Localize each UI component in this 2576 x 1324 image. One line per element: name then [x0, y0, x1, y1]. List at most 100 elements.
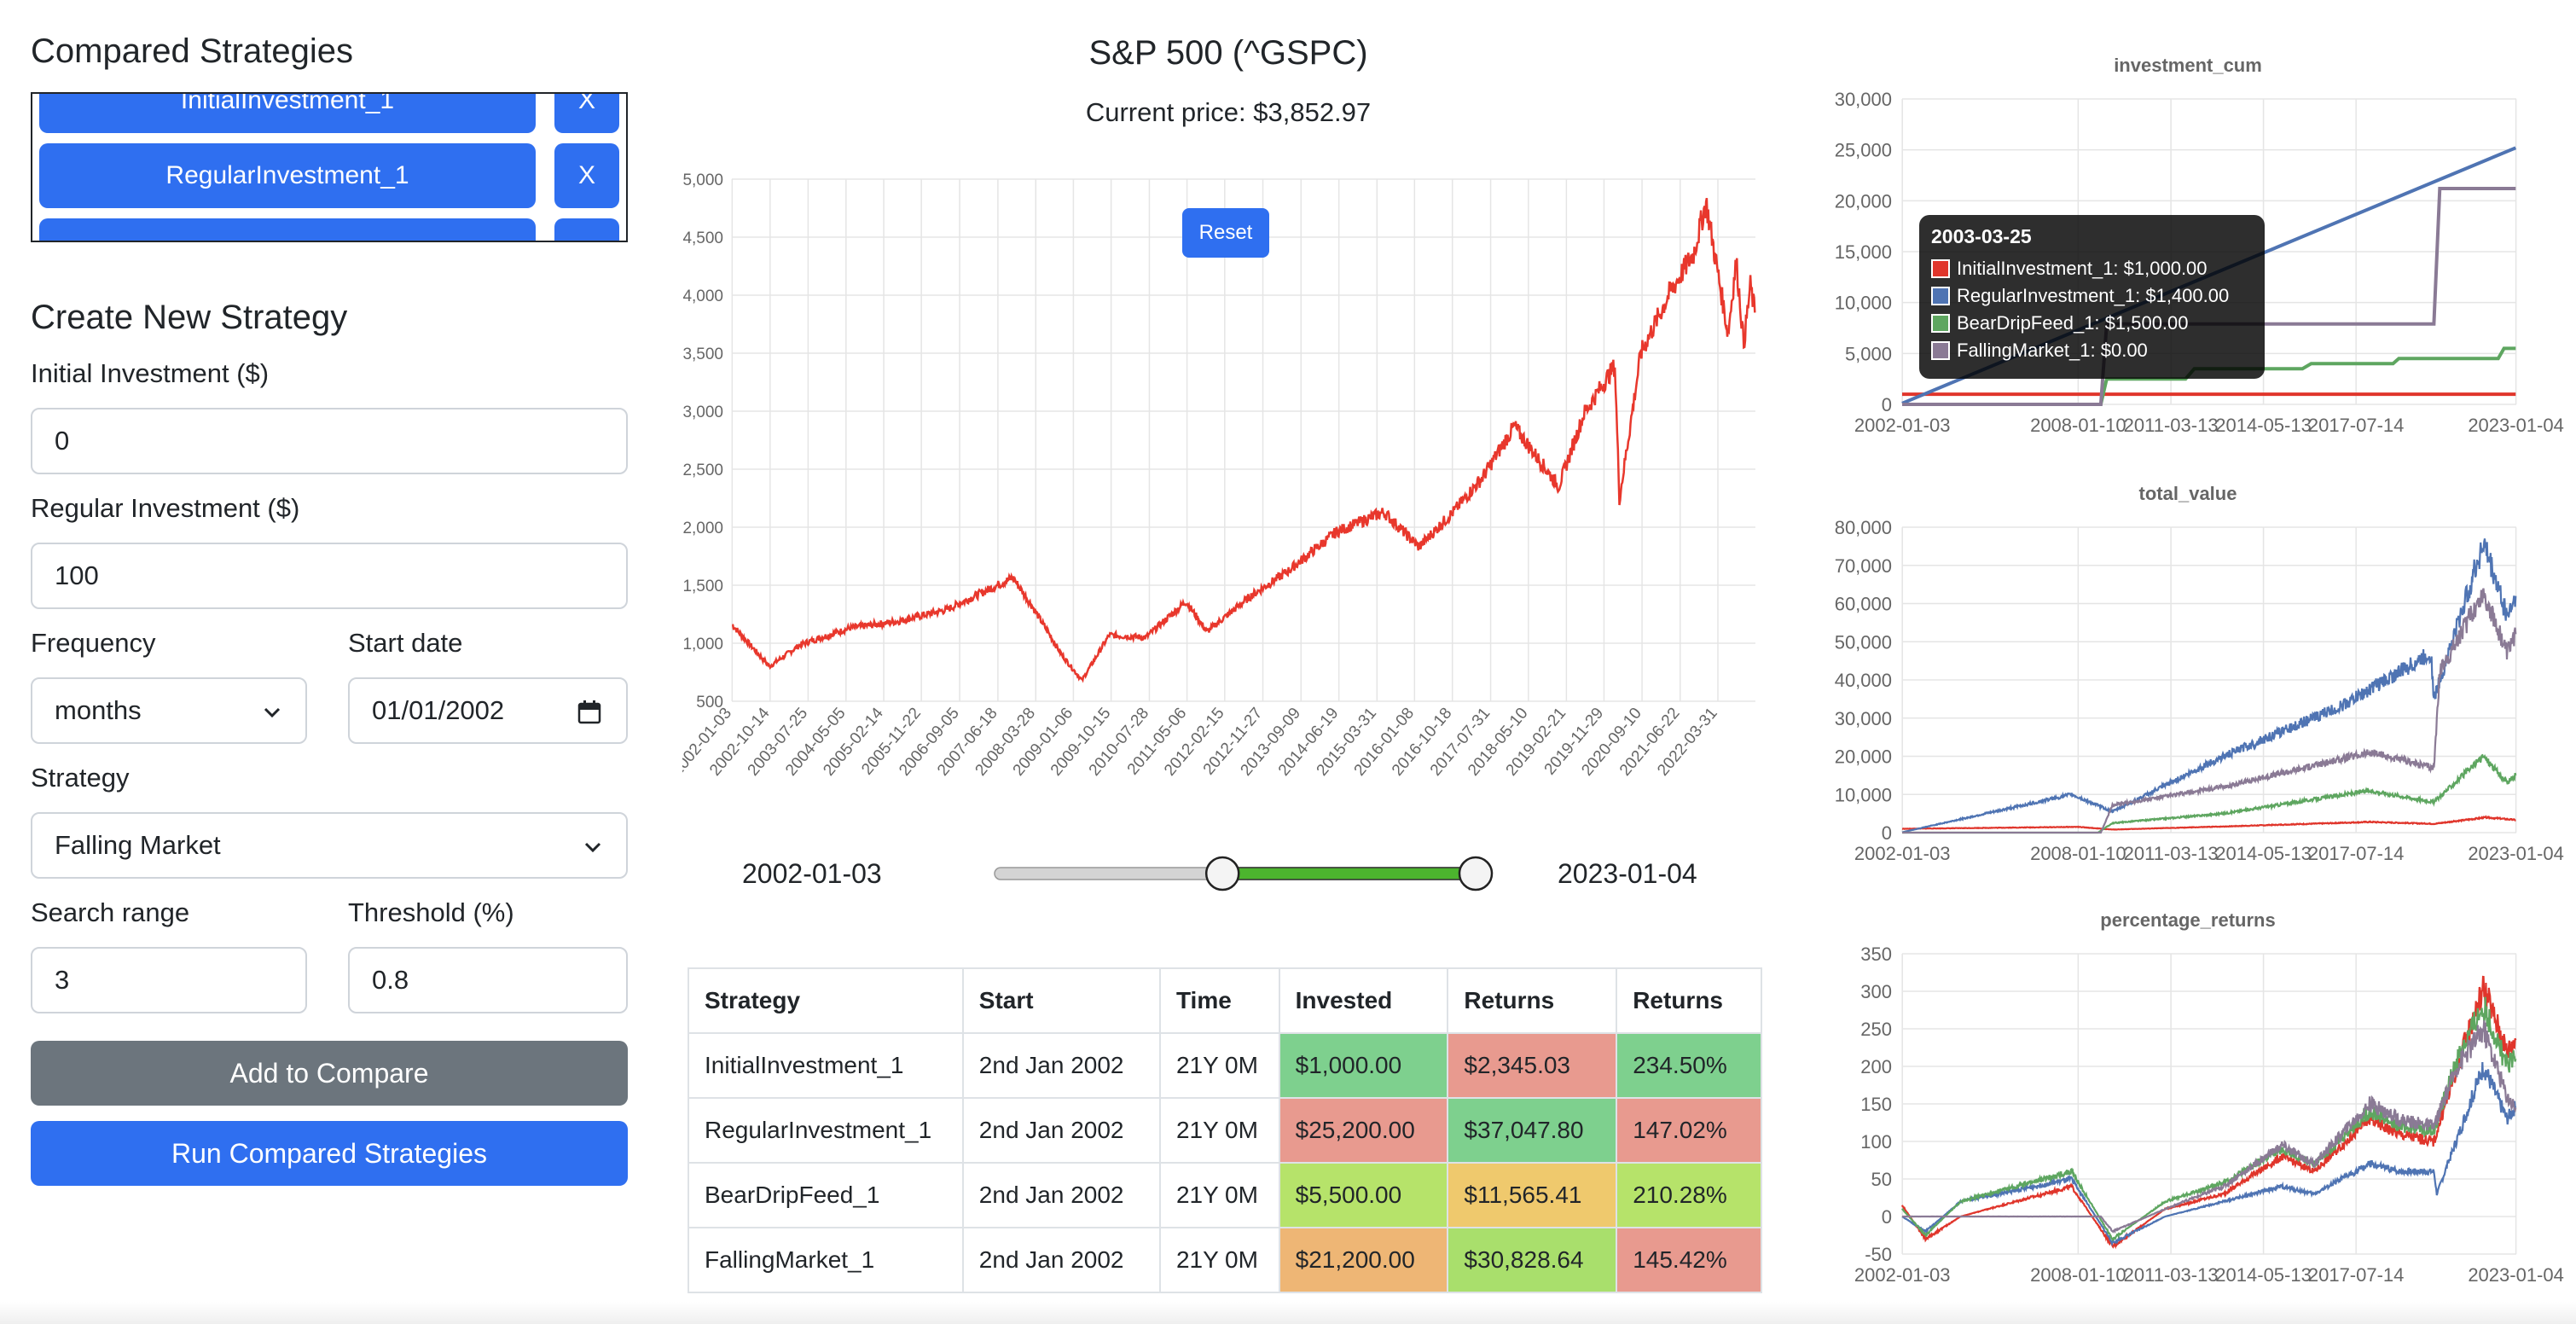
y-tick-label: 350: [1860, 944, 1892, 965]
table-cell: $30,828.64: [1447, 1227, 1618, 1293]
tooltip-row-text: RegularInvestment_1: $1,400.00: [1957, 285, 2230, 306]
total-value-plot[interactable]: 0 10,000 20,000 30,000 40,000 50,000 60,000 70,…: [1800, 479, 2576, 880]
y-tick-label: 10,000: [1835, 293, 1892, 314]
strategy-chip[interactable]: [39, 218, 536, 241]
y-tick-label: 3,500: [682, 346, 723, 363]
table-cell: 210.28%: [1616, 1162, 1762, 1228]
y-tick-label: 15,000: [1835, 241, 1892, 263]
legend-swatch: [1931, 287, 1950, 305]
x-tick-label: 2002-01-03: [1854, 1264, 1951, 1286]
table-cell: $1,000.00: [1278, 1032, 1449, 1099]
table-cell: FallingMarket_1: [688, 1227, 964, 1293]
y-tick-label: 3,000: [682, 404, 723, 421]
legend-swatch: [1931, 341, 1950, 360]
table-cell: $37,047.80: [1447, 1097, 1618, 1164]
compared-strategies-list[interactable]: InitialInvestment_1 X RegularInvestment_…: [31, 92, 628, 242]
col-strategy: Strategy: [688, 967, 964, 1034]
series-line: [1902, 588, 2517, 834]
run-compared-strategies-button[interactable]: Run Compared Strategies: [31, 1121, 628, 1186]
x-tick-label: 2017-07-14: [2308, 843, 2405, 864]
list-item: [39, 218, 623, 241]
remove-strategy-button[interactable]: X: [554, 94, 619, 133]
y-tick-label: 2,500: [682, 462, 723, 479]
y-tick-label: 300: [1860, 981, 1892, 1002]
table-row: FallingMarket_1 2nd Jan 2002 21Y 0M $21,200…: [688, 1227, 1762, 1293]
legend-swatch: [1931, 259, 1950, 278]
regular-investment-input[interactable]: 100: [31, 543, 628, 609]
page-footer-shadow: [0, 1302, 2576, 1324]
remove-strategy-button[interactable]: X: [554, 143, 619, 208]
col-start: Start: [961, 967, 1161, 1034]
regular-investment-label: Regular Investment ($): [31, 493, 300, 523]
range-end-date: 2023-01-04: [1558, 858, 1697, 889]
y-tick-label: 150: [1860, 1094, 1892, 1115]
y-tick-label: 100: [1860, 1131, 1892, 1153]
table-cell: 2nd Jan 2002: [961, 1227, 1161, 1293]
y-tick-label: 40,000: [1835, 670, 1892, 691]
table-cell: $2,345.03: [1447, 1032, 1618, 1099]
y-tick-label: 1,500: [682, 578, 723, 595]
initial-investment-input[interactable]: 0: [31, 408, 628, 474]
y-tick-label: 0: [1882, 1206, 1892, 1228]
y-tick-label: 70,000: [1835, 555, 1892, 577]
price-line: [731, 197, 1756, 683]
table-cell: 2nd Jan 2002: [961, 1032, 1161, 1099]
percentage-returns-plot[interactable]: -50 0 50 100 150 200 250 300 350 2002-01-03 2008-0…: [1800, 906, 2576, 1302]
table-cell: 21Y 0M: [1158, 1227, 1280, 1293]
range-start-date: 2002-01-03: [742, 858, 882, 889]
threshold-label: Threshold (%): [348, 897, 514, 927]
table-cell: 234.50%: [1616, 1032, 1762, 1099]
tooltip-row: InitialInvestment_1: $1,000.00: [1931, 255, 2253, 282]
page-title: S&P 500 (^GSPC): [1088, 34, 1368, 72]
y-tick-label: 0: [1882, 822, 1892, 844]
reset-zoom-button[interactable]: Reset: [1182, 208, 1269, 258]
table-row: RegularInvestment_1 2nd Jan 2002 21Y 0M $25…: [688, 1097, 1762, 1164]
strategy-select[interactable]: Falling Market: [31, 812, 628, 879]
y-tick-label: 200: [1860, 1056, 1892, 1077]
frequency-select[interactable]: months: [31, 677, 307, 744]
table-cell: BearDripFeed_1: [688, 1162, 964, 1228]
price-chart[interactable]: 5001,0001,5002,0002,5003,0003,5004,0004,…: [682, 162, 1774, 810]
date-range-slider[interactable]: [972, 848, 1501, 899]
series-line: [1901, 815, 2516, 831]
table-cell: $11,565.41: [1447, 1162, 1618, 1228]
col-returns: Returns: [1447, 967, 1618, 1034]
x-tick-label: 2023-01-04: [2468, 415, 2564, 436]
search-range-input[interactable]: 3: [31, 947, 307, 1013]
frequency-label: Frequency: [31, 628, 156, 658]
y-tick-label: 80,000: [1835, 517, 1892, 538]
percentage-returns-chart[interactable]: percentage_returns -50 0 50 100 150 200 250 300…: [1800, 906, 2576, 1302]
col-returns-pct: Returns: [1616, 967, 1762, 1034]
strategy-chip[interactable]: InitialInvestment_1: [39, 94, 536, 133]
compared-strategies-title: Compared Strategies: [31, 32, 353, 70]
table-cell: 21Y 0M: [1158, 1097, 1280, 1164]
y-tick-label: 10,000: [1835, 784, 1892, 805]
strategy-label: Strategy: [31, 763, 130, 793]
table-row: InitialInvestment_1 2nd Jan 2002 21Y 0M $1,…: [688, 1032, 1762, 1099]
y-tick-label: -50: [1865, 1244, 1892, 1265]
threshold-input[interactable]: 0.8: [348, 947, 628, 1013]
start-date-input[interactable]: 01/01/2002: [348, 677, 628, 744]
tooltip-row-text: InitialInvestment_1: $1,000.00: [1957, 258, 2208, 279]
start-date-value: 01/01/2002: [372, 695, 505, 725]
table-cell: 147.02%: [1616, 1097, 1762, 1164]
strategy-value: Falling Market: [55, 830, 221, 860]
table-cell: 2nd Jan 2002: [961, 1097, 1161, 1164]
legend-swatch: [1931, 314, 1950, 333]
search-range-label: Search range: [31, 897, 190, 927]
slider-range: [1221, 867, 1477, 880]
y-tick-label: 30,000: [1835, 708, 1892, 729]
x-tick-label: 2011-03-13: [2124, 1264, 2219, 1286]
initial-investment-label: Initial Investment ($): [31, 358, 270, 388]
tooltip-row: RegularInvestment_1: $1,400.00: [1931, 282, 2253, 310]
y-tick-label: 5,000: [682, 171, 723, 189]
calendar-icon[interactable]: [577, 700, 602, 725]
strategy-chip[interactable]: RegularInvestment_1: [39, 143, 536, 208]
table-cell: 145.42%: [1616, 1227, 1762, 1293]
add-to-compare-button[interactable]: Add to Compare: [31, 1041, 628, 1106]
x-tick-label: 2014-05-13: [2215, 843, 2312, 864]
remove-strategy-button[interactable]: [554, 218, 619, 241]
table-row: BearDripFeed_1 2nd Jan 2002 21Y 0M $5,500.0…: [688, 1162, 1762, 1228]
y-tick-label: 25,000: [1835, 140, 1892, 161]
total-value-chart[interactable]: total_value 0 10,000 20,000 30,000 40,000 50,…: [1800, 479, 2576, 880]
